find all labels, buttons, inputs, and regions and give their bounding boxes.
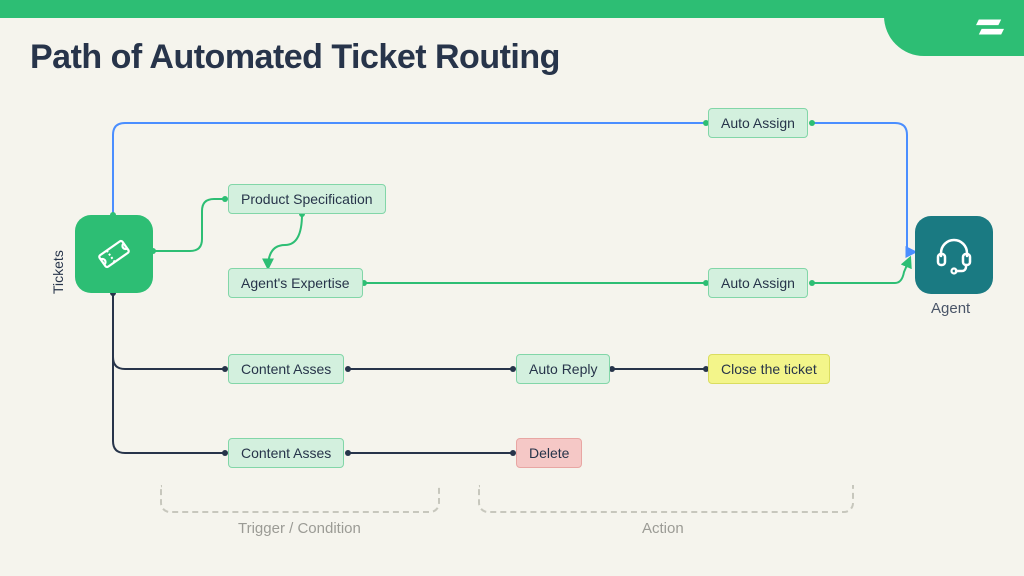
bracket-trigger-label: Trigger / Condition xyxy=(238,520,361,537)
node-delete: Delete xyxy=(516,438,582,468)
agent-node xyxy=(915,216,993,294)
bracket-action xyxy=(478,485,854,513)
node-product-specification: Product Specification xyxy=(228,184,386,214)
tickets-node xyxy=(75,215,153,293)
node-close-ticket: Close the ticket xyxy=(708,354,830,384)
bracket-action-label: Action xyxy=(642,520,684,537)
tickets-label: Tickets xyxy=(50,250,66,294)
bracket-trigger xyxy=(160,485,440,513)
node-content-asses-1: Content Asses xyxy=(228,354,344,384)
node-auto-assign-top: Auto Assign xyxy=(708,108,808,138)
node-auto-reply: Auto Reply xyxy=(516,354,610,384)
node-content-asses-2: Content Asses xyxy=(228,438,344,468)
ticket-icon xyxy=(94,234,134,274)
headset-icon xyxy=(933,234,975,276)
node-agent-expertise: Agent's Expertise xyxy=(228,268,363,298)
node-auto-assign-mid: Auto Assign xyxy=(708,268,808,298)
agent-label: Agent xyxy=(931,300,970,317)
